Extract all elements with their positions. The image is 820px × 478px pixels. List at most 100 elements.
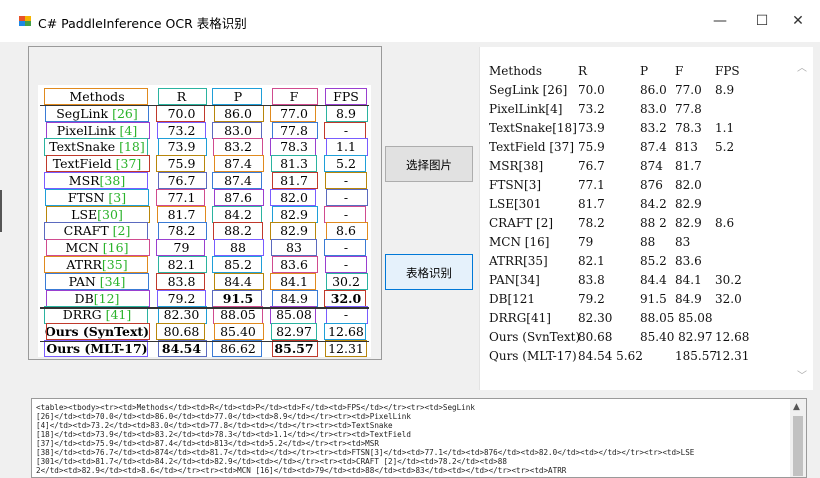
html-output-textbox[interactable]: ▲ <table><tbody><tr><td>Methods</td><td>… [31,398,807,478]
detection-box [157,121,206,139]
result-cell: 82.0 [675,178,702,192]
app-icon [18,14,32,28]
detection-box [271,239,317,257]
result-cell: 5.2 [715,140,735,154]
detection-box [271,289,318,307]
detection-box [43,256,148,274]
result-table-row: SegLink [26] 70.0 86.0 77.0 8.9 [489,80,789,100]
detection-box [271,121,318,139]
result-cell: CRAFT [2] [489,216,554,230]
result-header-cell: P [640,64,649,78]
textbox-scrollbar[interactable]: ▲ [790,399,806,477]
scroll-up-icon[interactable]: ︿ [797,59,807,74]
detection-box [323,155,366,173]
detection-box [212,256,263,274]
result-cell: DRRG[41] [489,311,551,325]
detection-box [157,289,206,307]
detection-box [269,306,316,324]
result-cell: LSE[301 [489,197,542,211]
detection-box [213,104,264,123]
detection-box [155,272,205,291]
result-cell: 77.0 [675,83,702,97]
result-cell: 81.7 [675,159,702,173]
detection-box [157,340,207,358]
detection-box [324,205,367,223]
window-edge [0,190,2,232]
detection-box [45,188,149,207]
detection-box [269,138,316,156]
detection-box [325,256,367,274]
scroll-down-icon[interactable]: ﹀ [797,367,807,382]
result-cell: TextField [37] [489,140,574,154]
detection-box [156,155,206,173]
result-cell: 76.7 [578,159,605,173]
result-header-cell: FPS [715,64,740,78]
result-cell: 84.9 [675,292,702,306]
detection-box [213,222,263,240]
detection-box [272,256,319,274]
scroll-up-arrow-icon[interactable]: ▲ [793,402,800,412]
result-cell: FTSN[3] [489,178,542,192]
result-cell: 73.9 [578,121,605,135]
detection-box [325,340,367,358]
table-rule [40,341,369,343]
select-image-button[interactable]: 选择图片 [385,146,473,182]
result-cell: PAN[34] [489,273,540,287]
detection-box [326,188,369,207]
html-output-line: 2</td><td>82.9</td><td>8.6</td></tr><tr>… [36,466,567,475]
result-cell: 88.05 85.08 [640,311,713,325]
result-cell: 88 [640,235,656,249]
source-table-image: Methods R P F FPS SegLink [26] 70.0 86.0 77.0 8.9… [38,85,371,358]
html-output-line: [18]</td><td>73.9</td><td>83.2</td><td>7… [36,430,411,439]
result-cell: 91.5 [640,292,667,306]
result-table-row: MSR[38] 76.7 874 81.7 [489,156,789,176]
result-table-panel[interactable]: ︿ ﹀ Methods R P F FPS SegLink [26] 70.0 86.0 77.… [479,47,813,390]
result-cell: 81.7 [578,197,605,211]
detection-box [46,121,151,139]
detection-box [44,306,149,324]
detection-box [211,289,262,307]
result-cell: 83 [675,235,691,249]
detection-box [270,272,317,291]
result-cell: 73.2 [578,102,605,116]
html-output-line: <table><tbody><tr><td>Methods</td><td>R<… [36,403,475,412]
detection-box [45,272,149,291]
detection-box [157,205,206,223]
result-cell: 84.54 5.62 [578,349,643,363]
html-output-line: [301</td><td>81.7</td><td>84.2</td><td>8… [36,457,507,466]
detection-box [45,323,150,341]
result-cell: 1.1 [715,121,735,135]
detection-box [323,323,366,341]
detection-box [326,272,369,291]
result-cell: 83.6 [675,254,702,268]
detection-box [212,340,263,358]
result-cell: 88 2 [640,216,667,230]
result-cell: 32.0 [715,292,742,306]
result-cell: 75.9 [578,140,605,154]
result-cell: 82.9 [675,197,702,211]
result-cell: 78.3 [675,121,702,135]
result-header-cell: F [675,64,684,78]
minimize-button[interactable]: — [708,10,732,32]
detection-box [214,323,265,341]
detection-box [155,188,205,207]
table-rule [40,307,369,309]
result-cell: 12.68 [715,330,750,344]
detection-box [213,188,264,207]
result-cell: 876 [640,178,663,192]
result-cell: 83.2 [640,121,667,135]
maximize-button[interactable]: ☐ [750,10,774,32]
detection-box [44,138,149,156]
detection-box [156,239,206,257]
scrollbar-thumb[interactable] [793,416,803,476]
result-cell: 30.2 [715,273,742,287]
result-cell: Qurs (MLT-17) [489,349,577,363]
close-button[interactable]: ✕ [786,10,810,32]
result-cell: MSR[38] [489,159,544,173]
table-recognize-button[interactable]: 表格识别 [385,254,473,290]
detection-box [212,172,263,190]
detection-box [325,172,367,190]
result-cell: 83.8 [578,273,605,287]
result-cell: 77.1 [578,178,605,192]
detection-box [158,138,208,156]
